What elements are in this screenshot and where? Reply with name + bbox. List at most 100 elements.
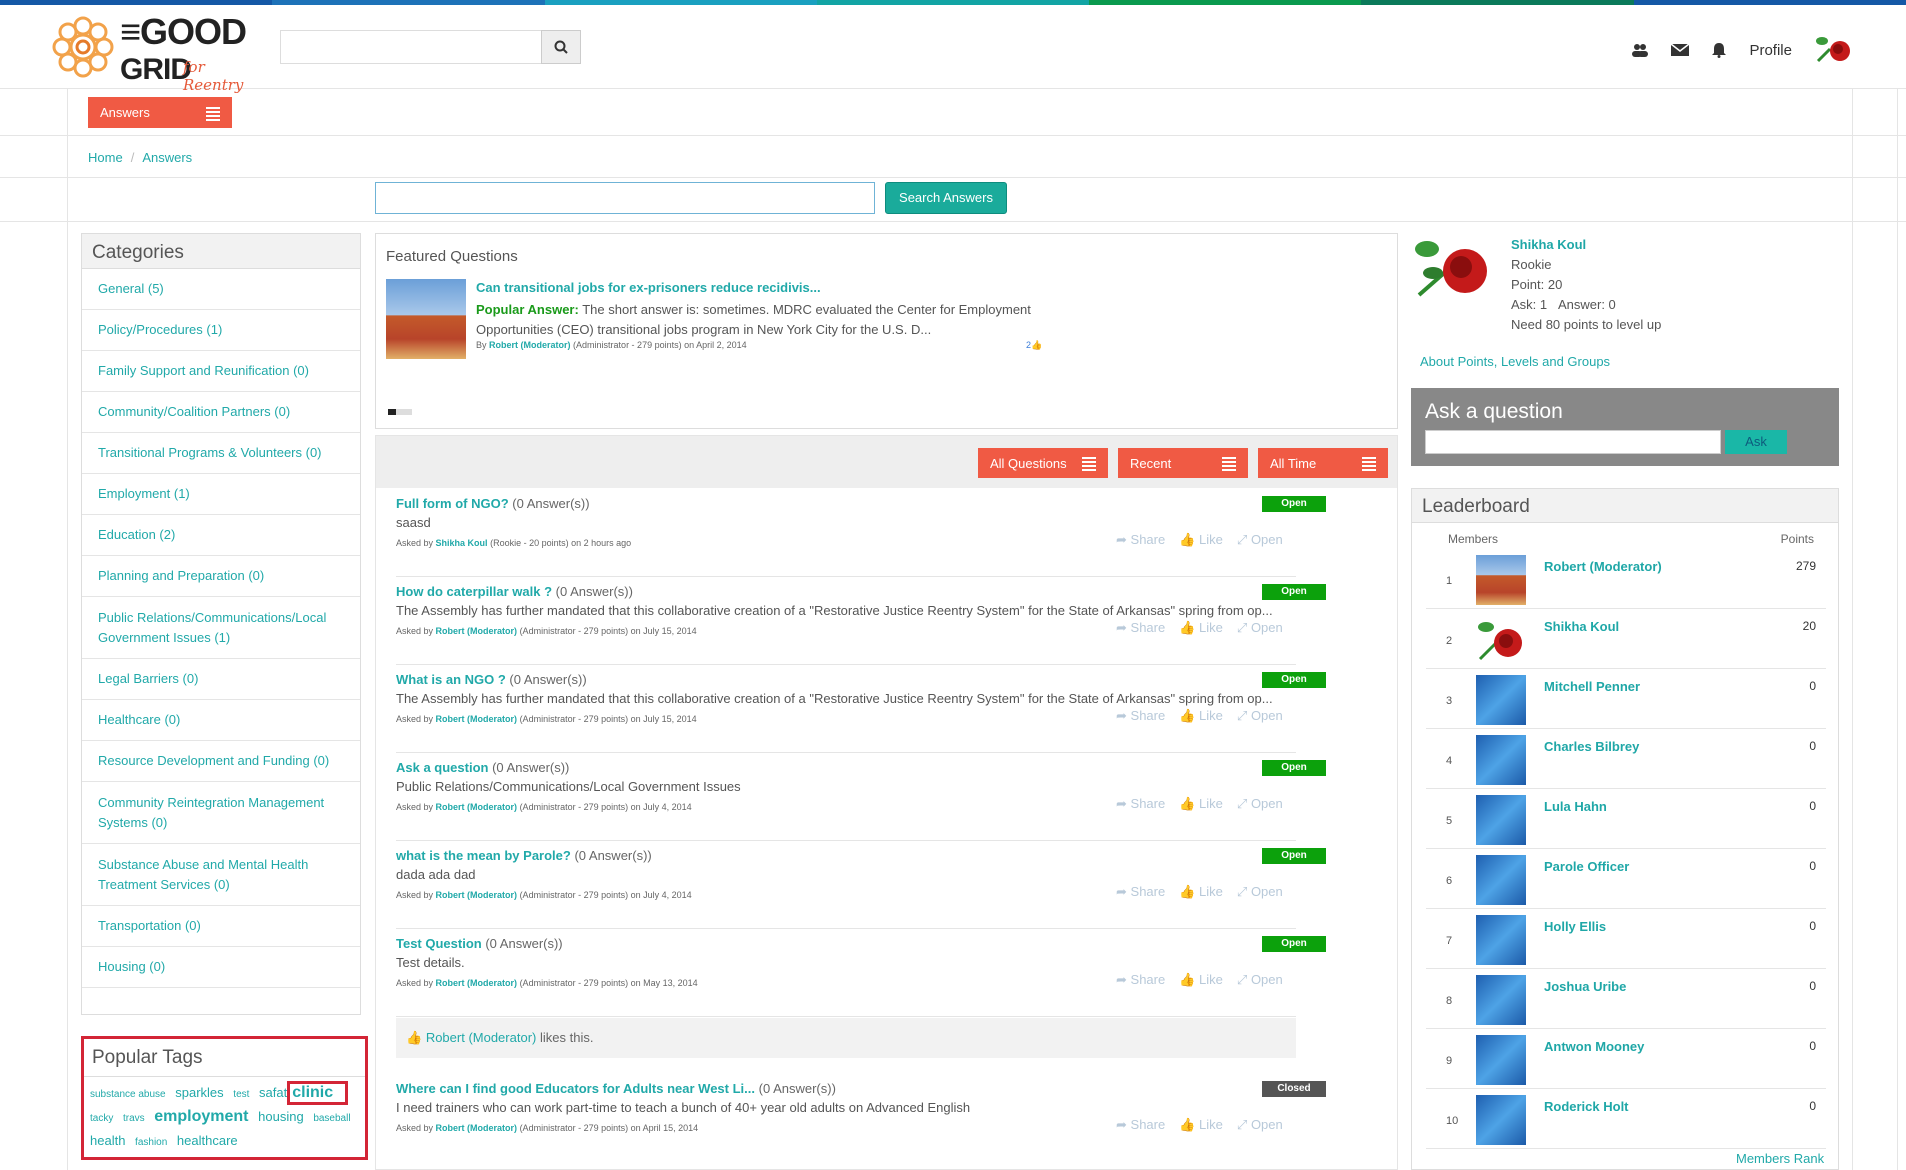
category-item[interactable]: Public Relations/Communications/Local Go… bbox=[82, 597, 360, 659]
category-link[interactable]: Planning and Preparation (0) bbox=[98, 566, 264, 586]
question-title-link[interactable]: Full form of NGO? bbox=[396, 496, 509, 511]
member-name-link[interactable]: Shikha Koul bbox=[1544, 619, 1619, 634]
question-author-link[interactable]: Robert (Moderator) bbox=[436, 978, 518, 988]
question-author-link[interactable]: Shikha Koul bbox=[436, 538, 488, 548]
members-rank-link[interactable]: Members Rank bbox=[1736, 1151, 1824, 1166]
site-search-button[interactable] bbox=[541, 30, 581, 64]
category-link[interactable]: Policy/Procedures (1) bbox=[98, 320, 222, 340]
category-link[interactable]: Resource Development and Funding (0) bbox=[98, 751, 329, 771]
filter-all-questions[interactable]: All Questions bbox=[978, 448, 1108, 478]
featured-question-link[interactable]: Can transitional jobs for ex-prisoners r… bbox=[476, 280, 821, 295]
share-button[interactable]: ➦ Share bbox=[1116, 620, 1165, 636]
breadcrumb-home[interactable]: Home bbox=[88, 150, 123, 165]
featured-image[interactable] bbox=[386, 279, 466, 359]
member-name-link[interactable]: Lula Hahn bbox=[1544, 799, 1607, 814]
site-search-input[interactable] bbox=[280, 30, 542, 64]
category-item[interactable]: Community Reintegration Management Syste… bbox=[82, 782, 360, 844]
category-link[interactable]: Community/Coalition Partners (0) bbox=[98, 402, 290, 422]
category-item[interactable]: Transportation (0) bbox=[82, 906, 360, 947]
tag-link[interactable]: health bbox=[90, 1133, 125, 1148]
share-button[interactable]: ➦ Share bbox=[1116, 884, 1165, 900]
member-name-link[interactable]: Mitchell Penner bbox=[1544, 679, 1640, 694]
category-item[interactable]: Education (2) bbox=[82, 515, 360, 556]
category-item[interactable]: Family Support and Reunification (0) bbox=[82, 351, 360, 392]
category-item[interactable]: Community/Coalition Partners (0) bbox=[82, 392, 360, 433]
users-icon[interactable] bbox=[1631, 42, 1649, 58]
question-author-link[interactable]: Robert (Moderator) bbox=[436, 802, 518, 812]
like-button[interactable]: 👍 Like bbox=[1179, 708, 1223, 724]
member-name-link[interactable]: Charles Bilbrey bbox=[1544, 739, 1639, 754]
member-avatar[interactable] bbox=[1476, 915, 1526, 965]
member-avatar[interactable] bbox=[1476, 675, 1526, 725]
tag-link[interactable]: sparkles bbox=[175, 1085, 223, 1100]
category-link[interactable]: Transitional Programs & Volunteers (0) bbox=[98, 443, 322, 463]
category-item[interactable]: Policy/Procedures (1) bbox=[82, 310, 360, 351]
tag-link[interactable]: housing bbox=[258, 1109, 304, 1124]
liker-link[interactable]: Robert (Moderator) bbox=[426, 1030, 537, 1045]
open-button[interactable]: ⤢ Open bbox=[1237, 796, 1283, 812]
user-avatar[interactable] bbox=[1814, 31, 1852, 69]
category-link[interactable]: Legal Barriers (0) bbox=[98, 669, 198, 689]
tag-link[interactable]: healthcare bbox=[177, 1133, 238, 1148]
share-button[interactable]: ➦ Share bbox=[1116, 532, 1165, 548]
tag-link[interactable]: travs bbox=[123, 1113, 145, 1124]
category-link[interactable]: Public Relations/Communications/Local Go… bbox=[98, 608, 344, 648]
member-avatar[interactable] bbox=[1476, 555, 1526, 605]
category-item[interactable]: General (5) bbox=[82, 269, 360, 310]
member-name-link[interactable]: Parole Officer bbox=[1544, 859, 1629, 874]
member-name-link[interactable]: Roderick Holt bbox=[1544, 1099, 1629, 1114]
open-button[interactable]: ⤢ Open bbox=[1237, 532, 1283, 548]
question-author-link[interactable]: Robert (Moderator) bbox=[436, 714, 518, 724]
ask-question-input[interactable] bbox=[1425, 430, 1721, 454]
question-author-link[interactable]: Robert (Moderator) bbox=[436, 890, 518, 900]
question-title-link[interactable]: What is an NGO ? bbox=[396, 672, 506, 687]
question-title-link[interactable]: Test Question bbox=[396, 936, 482, 951]
member-avatar[interactable] bbox=[1476, 795, 1526, 845]
answers-menu-button[interactable]: Answers bbox=[88, 97, 232, 128]
category-item[interactable]: Planning and Preparation (0) bbox=[82, 556, 360, 597]
member-avatar[interactable] bbox=[1476, 1095, 1526, 1145]
category-link[interactable]: Substance Abuse and Mental Health Treatm… bbox=[98, 855, 344, 895]
like-button[interactable]: 👍 Like bbox=[1179, 796, 1223, 812]
member-avatar[interactable] bbox=[1476, 735, 1526, 785]
share-button[interactable]: ➦ Share bbox=[1116, 972, 1165, 988]
scrollbar-track[interactable] bbox=[1897, 89, 1898, 1170]
about-points-link[interactable]: About Points, Levels and Groups bbox=[1420, 354, 1610, 369]
envelope-icon[interactable] bbox=[1671, 43, 1690, 57]
category-item[interactable]: Employment (1) bbox=[82, 474, 360, 515]
member-name-link[interactable]: Antwon Mooney bbox=[1544, 1039, 1644, 1054]
filter-recent[interactable]: Recent bbox=[1118, 448, 1248, 478]
tag-link[interactable]: clinic bbox=[292, 1084, 333, 1101]
share-button[interactable]: ➦ Share bbox=[1116, 708, 1165, 724]
member-name-link[interactable]: Joshua Uribe bbox=[1544, 979, 1626, 994]
category-item[interactable]: Healthcare (0) bbox=[82, 700, 360, 741]
category-item[interactable]: Substance Abuse and Mental Health Treatm… bbox=[82, 844, 360, 906]
like-button[interactable]: 👍 Like bbox=[1179, 972, 1223, 988]
breadcrumb-current[interactable]: Answers bbox=[142, 150, 192, 165]
tag-link-highlighted[interactable]: clinic bbox=[287, 1081, 349, 1105]
carousel-indicator[interactable] bbox=[388, 409, 412, 415]
open-button[interactable]: ⤢ Open bbox=[1237, 1117, 1283, 1133]
like-button[interactable]: 👍 Like bbox=[1179, 620, 1223, 636]
category-item[interactable]: Resource Development and Funding (0) bbox=[82, 741, 360, 782]
category-link[interactable]: Education (2) bbox=[98, 525, 175, 545]
question-author-link[interactable]: Robert (Moderator) bbox=[436, 1123, 518, 1133]
category-link[interactable]: Healthcare (0) bbox=[98, 710, 180, 730]
featured-author-link[interactable]: Robert (Moderator) bbox=[489, 340, 571, 350]
like-button[interactable]: 👍 Like bbox=[1179, 1117, 1223, 1133]
tag-link[interactable]: safat bbox=[259, 1085, 287, 1100]
answers-search-input[interactable] bbox=[375, 182, 875, 214]
featured-likes[interactable]: 2👍 bbox=[1026, 340, 1042, 351]
category-item[interactable]: Transitional Programs & Volunteers (0) bbox=[82, 433, 360, 474]
category-link[interactable]: General (5) bbox=[98, 279, 164, 299]
question-title-link[interactable]: Where can I find good Educators for Adul… bbox=[396, 1081, 755, 1096]
open-button[interactable]: ⤢ Open bbox=[1237, 620, 1283, 636]
share-button[interactable]: ➦ Share bbox=[1116, 1117, 1165, 1133]
category-link[interactable]: Transportation (0) bbox=[98, 916, 201, 936]
tag-link[interactable]: baseball bbox=[313, 1113, 350, 1124]
open-button[interactable]: ⤢ Open bbox=[1237, 708, 1283, 724]
question-title-link[interactable]: Ask a question bbox=[396, 760, 488, 775]
user-profile-image[interactable] bbox=[1413, 233, 1491, 305]
category-link[interactable]: Family Support and Reunification (0) bbox=[98, 361, 309, 381]
member-avatar[interactable] bbox=[1476, 1035, 1526, 1085]
